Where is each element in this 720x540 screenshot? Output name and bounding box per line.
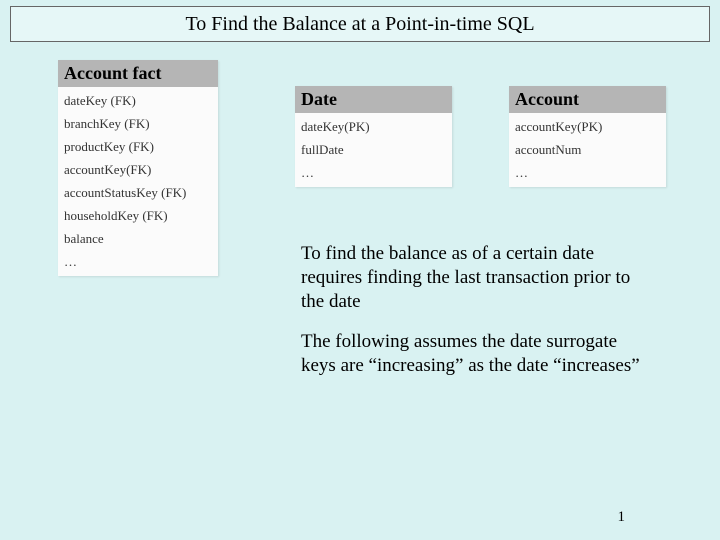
table-row: accountKey(FK) (64, 162, 212, 178)
page-number: 1 (618, 509, 626, 526)
table-rows-date: dateKey(PK) fullDate … (295, 113, 452, 187)
table-row: householdKey (FK) (64, 208, 212, 224)
table-row: balance (64, 231, 212, 247)
table-row: branchKey (FK) (64, 116, 212, 132)
table-header-account: Account (509, 86, 666, 113)
paragraph-2: The following assumes the date surrogate… (301, 330, 651, 378)
table-row: dateKey(PK) (301, 119, 446, 135)
table-date: Date dateKey(PK) fullDate … (295, 86, 452, 187)
table-header-date: Date (295, 86, 452, 113)
slide-title: To Find the Balance at a Point-in-time S… (10, 6, 710, 42)
table-row: … (301, 165, 446, 181)
table-row: accountNum (515, 142, 660, 158)
table-row: accountStatusKey (FK) (64, 185, 212, 201)
table-row: productKey (FK) (64, 139, 212, 155)
table-row: dateKey (FK) (64, 93, 212, 109)
paragraph-1: To find the balance as of a certain date… (301, 242, 651, 313)
table-row: … (515, 165, 660, 181)
table-rows-fact: dateKey (FK) branchKey (FK) productKey (… (58, 87, 218, 276)
table-account: Account accountKey(PK) accountNum … (509, 86, 666, 187)
table-header-fact: Account fact (58, 60, 218, 87)
table-account-fact: Account fact dateKey (FK) branchKey (FK)… (58, 60, 218, 276)
table-row: fullDate (301, 142, 446, 158)
table-rows-account: accountKey(PK) accountNum … (509, 113, 666, 187)
table-row: accountKey(PK) (515, 119, 660, 135)
table-row: … (64, 254, 212, 270)
